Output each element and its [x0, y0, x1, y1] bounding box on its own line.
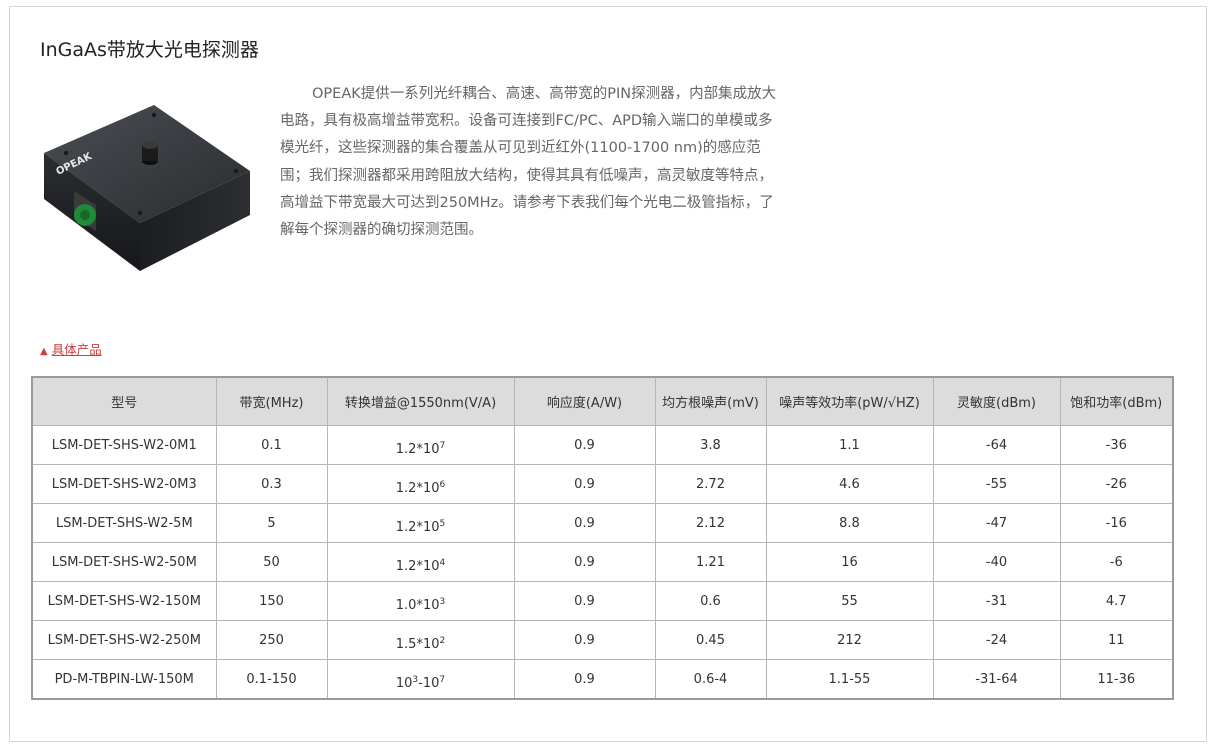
cell-saturation: -36 [1059, 425, 1174, 465]
table-row: LSM-DET-SHS-W2-0M1 0.1 1.2*107 0.9 3.8 1… [31, 425, 1174, 465]
cell-gain: 1.2*107 [326, 425, 515, 465]
cell-sensitivity: -24 [932, 620, 1061, 660]
cell-saturation: 11 [1059, 620, 1174, 660]
cell-gain: 103-107 [326, 659, 515, 700]
cell-sensitivity: -40 [932, 542, 1061, 582]
section-link-label: 具体产品 [51, 342, 102, 357]
cell-sensitivity: -47 [932, 503, 1061, 543]
cell-model: LSM-DET-SHS-W2-250M [31, 620, 217, 660]
cell-bandwidth: 5 [215, 503, 328, 543]
cell-nep: 212 [765, 620, 934, 660]
cell-saturation: 11-36 [1059, 659, 1174, 700]
cell-gain: 1.5*102 [326, 620, 515, 660]
header-bandwidth: 带宽(MHz) [215, 376, 328, 426]
header-nep: 噪声等效功率(pW/√HZ) [765, 376, 934, 426]
cell-saturation: -16 [1059, 503, 1174, 543]
cell-model: LSM-DET-SHS-W2-150M [31, 581, 217, 621]
cell-responsivity: 0.9 [513, 542, 656, 582]
cell-responsivity: 0.9 [513, 503, 656, 543]
cell-nep: 16 [765, 542, 934, 582]
cell-bandwidth: 50 [215, 542, 328, 582]
cell-responsivity: 0.9 [513, 464, 656, 504]
products-section-link[interactable]: ▲ 具体产品 [40, 339, 102, 358]
cell-nep: 1.1 [765, 425, 934, 465]
cell-nep: 8.8 [765, 503, 934, 543]
cell-noise: 3.8 [654, 425, 767, 465]
header-model: 型号 [31, 376, 217, 426]
cell-noise: 0.6 [654, 581, 767, 621]
cell-bandwidth: 0.1-150 [215, 659, 328, 700]
cell-bandwidth: 150 [215, 581, 328, 621]
cell-gain: 1.2*106 [326, 464, 515, 504]
cell-nep: 4.6 [765, 464, 934, 504]
cell-noise: 2.12 [654, 503, 767, 543]
header-saturation: 饱和功率(dBm) [1059, 376, 1174, 426]
cell-noise: 1.21 [654, 542, 767, 582]
header-sensitivity: 灵敏度(dBm) [932, 376, 1061, 426]
cell-responsivity: 0.9 [513, 425, 656, 465]
table-row: PD-M-TBPIN-LW-150M 0.1-150 103-107 0.9 0… [31, 659, 1174, 700]
cell-saturation: 4.7 [1059, 581, 1174, 621]
product-image: OPEAK [44, 105, 250, 271]
header-gain: 转换增益@1550nm(V/A) [326, 376, 515, 426]
cell-noise: 0.45 [654, 620, 767, 660]
cell-sensitivity: -64 [932, 425, 1061, 465]
cell-model: PD-M-TBPIN-LW-150M [31, 659, 217, 700]
cell-sensitivity: -55 [932, 464, 1061, 504]
cell-sensitivity: -31 [932, 581, 1061, 621]
cell-model: LSM-DET-SHS-W2-50M [31, 542, 217, 582]
page-title: InGaAs带放大光电探测器 [40, 39, 259, 61]
cell-gain: 1.0*103 [326, 581, 515, 621]
cell-saturation: -26 [1059, 464, 1174, 504]
table-header-row: 型号 带宽(MHz) 转换增益@1550nm(V/A) 响应度(A/W) 均方根… [31, 376, 1174, 426]
cell-nep: 55 [765, 581, 934, 621]
cell-bandwidth: 250 [215, 620, 328, 660]
cell-bandwidth: 0.1 [215, 425, 328, 465]
table-row: LSM-DET-SHS-W2-150M 150 1.0*103 0.9 0.6 … [31, 581, 1174, 621]
cell-gain: 1.2*104 [326, 542, 515, 582]
header-responsivity: 响应度(A/W) [513, 376, 656, 426]
cell-nep: 1.1-55 [765, 659, 934, 700]
cell-responsivity: 0.9 [513, 581, 656, 621]
cell-noise: 2.72 [654, 464, 767, 504]
table-row: LSM-DET-SHS-W2-50M 50 1.2*104 0.9 1.21 1… [31, 542, 1174, 582]
triangle-up-icon: ▲ [40, 346, 48, 357]
cell-responsivity: 0.9 [513, 620, 656, 660]
cell-model: LSM-DET-SHS-W2-0M3 [31, 464, 217, 504]
cell-sensitivity: -31-64 [932, 659, 1061, 700]
table-row: LSM-DET-SHS-W2-250M 250 1.5*102 0.9 0.45… [31, 620, 1174, 660]
intro-paragraph: OPEAK提供一系列光纤耦合、高速、高带宽的PIN探测器，内部集成放大电路，具有… [280, 86, 777, 239]
cell-noise: 0.6-4 [654, 659, 767, 700]
cell-gain: 1.2*105 [326, 503, 515, 543]
cell-responsivity: 0.9 [513, 659, 656, 700]
header-noise: 均方根噪声(mV) [654, 376, 767, 426]
table-row: LSM-DET-SHS-W2-5M 5 1.2*105 0.9 2.12 8.8… [31, 503, 1174, 543]
cell-model: LSM-DET-SHS-W2-0M1 [31, 425, 217, 465]
cell-saturation: -6 [1059, 542, 1174, 582]
table-row: LSM-DET-SHS-W2-0M3 0.3 1.2*106 0.9 2.72 … [31, 464, 1174, 504]
cell-bandwidth: 0.3 [215, 464, 328, 504]
spec-table: 型号 带宽(MHz) 转换增益@1550nm(V/A) 响应度(A/W) 均方根… [31, 376, 1174, 700]
cell-model: LSM-DET-SHS-W2-5M [31, 503, 217, 543]
